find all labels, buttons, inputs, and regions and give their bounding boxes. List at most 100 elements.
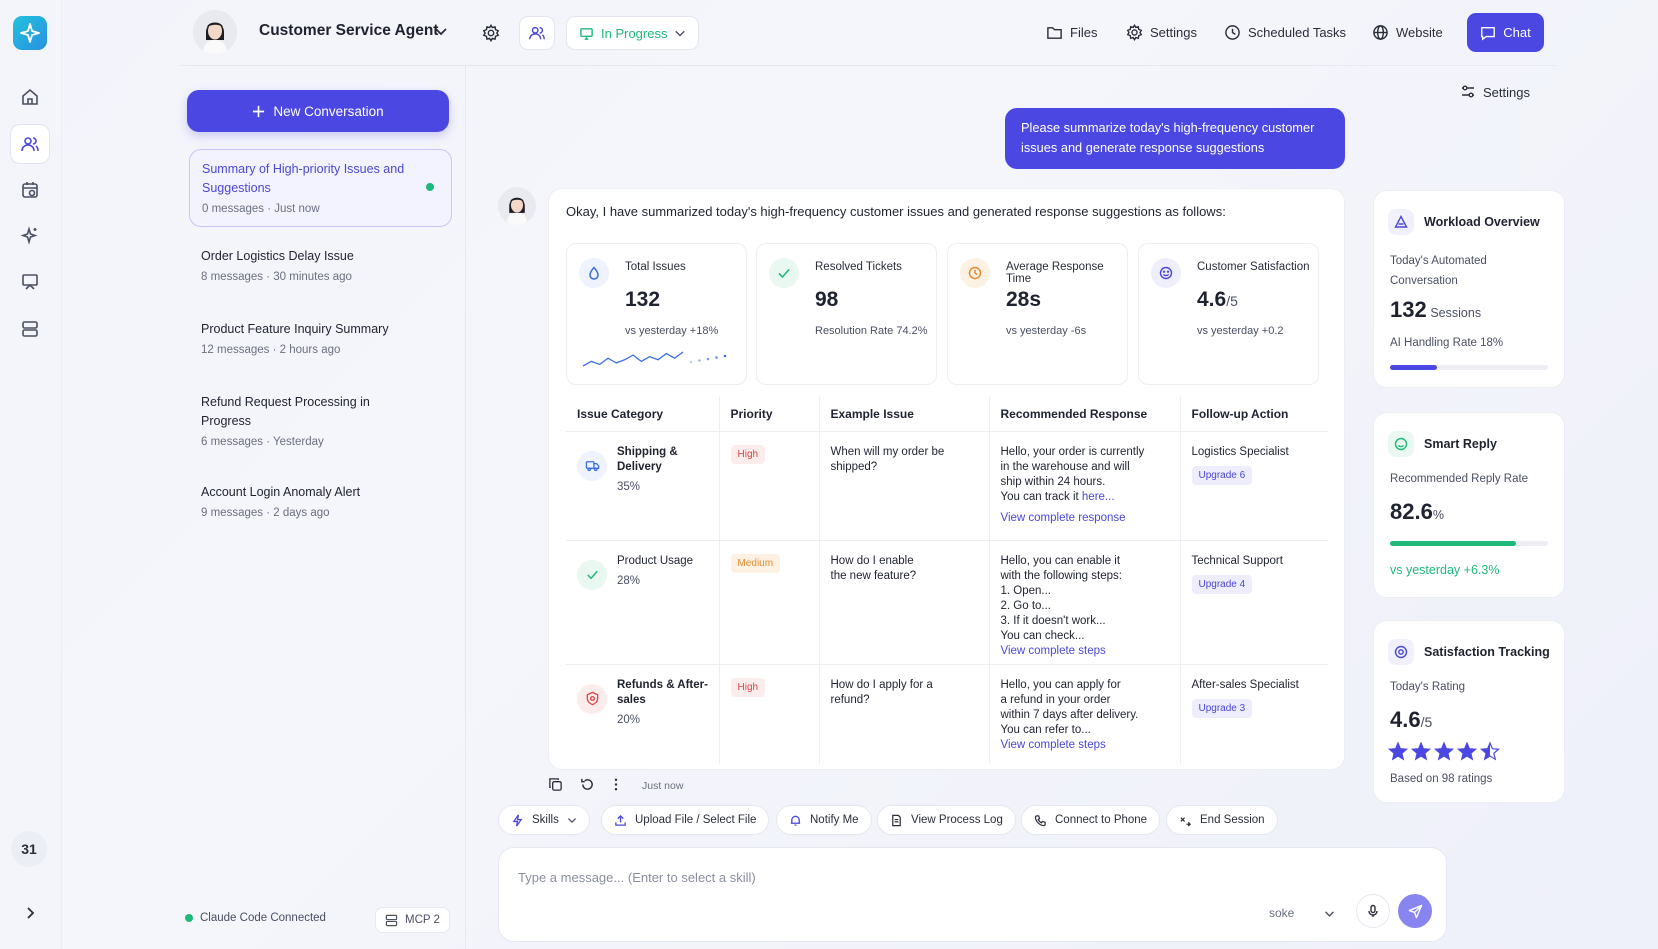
stat-sub: vs yesterday -6s — [1006, 325, 1087, 337]
drop-icon — [579, 258, 609, 288]
conversation-item[interactable]: Order Logistics Delay Issue 8 messages ·… — [189, 237, 452, 293]
ai-handling-rate: AI Handling Rate 18% — [1390, 337, 1504, 349]
clock-icon — [960, 258, 990, 288]
nav-files[interactable]: Files — [1046, 24, 1097, 41]
conversation-item[interactable]: Account Login Anomaly Alert 9 messages ·… — [189, 473, 452, 529]
reply-rate-value: 82.6% — [1390, 499, 1444, 524]
follow-up-cell: Logistics Specialist Upgrade 6 — [1180, 431, 1328, 541]
plus-icon — [253, 105, 265, 117]
nav-files-label: Files — [1070, 25, 1098, 40]
chat-button[interactable]: Chat — [1467, 13, 1544, 52]
conversation-meta: 12 messages · 2 hours ago — [201, 344, 341, 356]
server-icon[interactable] — [10, 309, 50, 349]
connect-to-phone-button[interactable]: Connect to Phone — [1021, 805, 1161, 835]
nav-settings[interactable]: Settings — [1126, 24, 1197, 41]
conversation-title: Summary of High-priority Issues and Sugg… — [202, 162, 405, 195]
column-header: Priority — [719, 397, 820, 432]
more-options-icon[interactable] — [613, 777, 619, 795]
chat-settings-label: Settings — [1483, 84, 1530, 100]
status-dropdown[interactable]: In Progress — [566, 16, 700, 50]
view-process-log-button[interactable]: View Process Log — [877, 805, 1016, 835]
card-header: Satisfaction Tracking — [1388, 639, 1550, 665]
stat-card-resolved: Resolved Tickets 98 Resolution Rate 74.2… — [756, 243, 937, 385]
nav-website[interactable]: Website — [1372, 24, 1443, 41]
reply-rate-progress — [1390, 541, 1548, 546]
view-response-link[interactable]: View complete response — [1001, 511, 1180, 526]
follow-up-cell: After-sales Specialist Upgrade 3 — [1180, 664, 1328, 764]
nav-scheduled-tasks[interactable]: Scheduled Tasks — [1224, 24, 1346, 41]
satisfaction-tracking-card: Satisfaction Tracking Today's Rating 4.6… — [1373, 620, 1565, 803]
app-logo-icon[interactable] — [13, 16, 47, 50]
conversation-item[interactable]: Refund Request Processing in Progress 6 … — [189, 383, 452, 458]
column-header: Issue Category — [566, 397, 720, 432]
copy-icon[interactable] — [548, 777, 563, 795]
agents-icon[interactable] — [10, 124, 50, 164]
reply-rate-label: Recommended Reply Rate — [1390, 473, 1529, 485]
sparkline-point — [706, 357, 710, 361]
chat-button-label: Chat — [1503, 25, 1531, 40]
view-steps-link[interactable]: View complete steps — [1001, 738, 1180, 753]
agent-name[interactable]: Customer Service Agent — [259, 22, 438, 40]
model-selector[interactable]: soke — [1269, 906, 1335, 920]
priority-cell: High — [719, 664, 820, 764]
new-conversation-button[interactable]: New Conversation — [187, 90, 449, 132]
send-icon[interactable] — [1398, 894, 1432, 928]
stat-label: Average Response Time — [1006, 261, 1104, 285]
stat-value: 98 — [815, 288, 839, 311]
conversation-title: Refund Request Processing in Progress — [201, 395, 370, 428]
connection-status: Claude Code Connected — [185, 912, 326, 924]
team-icon[interactable] — [519, 16, 555, 50]
upgrade-badge[interactable]: Upgrade 3 — [1191, 698, 1253, 718]
end-session-icon — [1180, 816, 1191, 826]
notify-me-button[interactable]: Notify Me — [776, 805, 872, 835]
user-message-bubble: Please summarize today's high-frequency … — [1005, 108, 1345, 169]
end-session-button[interactable]: End Session — [1166, 805, 1278, 835]
issue-category-cell: Product Usage 28% — [566, 540, 720, 665]
progress-fill — [1390, 365, 1438, 370]
expand-chevron-icon[interactable] — [10, 893, 50, 933]
star-icon — [1456, 741, 1478, 761]
upload-icon — [615, 814, 626, 826]
chat-settings-button[interactable]: Settings — [1460, 84, 1530, 100]
example-issue-cell: When will my order be shipped? — [819, 431, 990, 541]
rating-value: 4.6/5 — [1390, 707, 1433, 732]
nav-website-label: Website — [1396, 25, 1443, 40]
track-link[interactable]: here... — [1082, 491, 1115, 503]
view-steps-link[interactable]: View complete steps — [1001, 644, 1180, 659]
stat-card-total-issues: Total Issues 132 vs yesterday +18% — [566, 243, 747, 385]
sparkline-line — [582, 351, 684, 367]
regenerate-icon[interactable] — [580, 777, 595, 795]
issue-table: Issue Category Priority Example Issue Re… — [566, 397, 1328, 764]
workload-icon — [1388, 209, 1414, 235]
issue-category-cell: Refunds & After-sales 20% — [566, 664, 720, 764]
agent-dropdown-chevron-icon[interactable] — [434, 24, 448, 41]
priority-badge: High — [730, 677, 766, 697]
stat-sub: vs yesterday +0.2 — [1197, 325, 1284, 337]
conversation-item[interactable]: Summary of High-priority Issues and Sugg… — [189, 149, 452, 227]
calendar-day-badge[interactable]: 31 — [11, 831, 47, 867]
message-input[interactable]: Type a message... (Enter to select a ski… — [518, 870, 756, 885]
agent-avatar — [193, 10, 237, 54]
workload-overview-card: Workload Overview Today's Automated Conv… — [1373, 190, 1565, 388]
message-composer[interactable]: Type a message... (Enter to select a ski… — [498, 847, 1447, 942]
calendar-icon[interactable] — [10, 170, 50, 210]
home-icon[interactable] — [10, 77, 50, 117]
sparkline-chart — [582, 351, 727, 367]
conversation-item[interactable]: Product Feature Inquiry Summary 12 messa… — [189, 310, 452, 366]
sparkle-icon[interactable] — [10, 216, 50, 256]
connection-status-label: Claude Code Connected — [200, 912, 326, 924]
chevron-down-icon — [675, 30, 686, 37]
agent-settings-gear-icon[interactable] — [473, 16, 509, 50]
card-header: Workload Overview — [1388, 209, 1540, 235]
upgrade-badge[interactable]: Upgrade 6 — [1191, 465, 1253, 485]
mcp-button[interactable]: MCP 2 — [375, 907, 450, 933]
skills-dropdown[interactable]: Skills — [498, 805, 590, 835]
board-icon[interactable] — [10, 262, 50, 302]
upload-file-button[interactable]: Upload File / Select File — [601, 805, 770, 835]
sparkline-point — [698, 359, 701, 362]
status-label: In Progress — [601, 25, 668, 41]
workload-value: 132 Sessions — [1390, 297, 1482, 322]
upgrade-badge[interactable]: Upgrade 4 — [1191, 574, 1253, 594]
conversation-meta: 8 messages · 30 minutes ago — [201, 271, 352, 283]
microphone-icon[interactable] — [1356, 894, 1390, 928]
